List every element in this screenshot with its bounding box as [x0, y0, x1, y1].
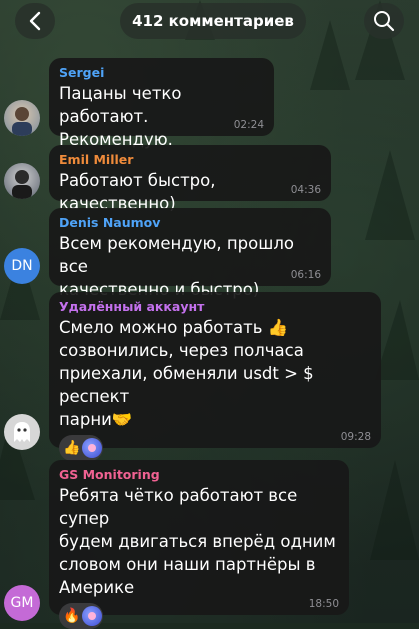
reaction-chip[interactable]: 🔥 [59, 603, 103, 629]
message-bubble[interactable]: Denis Naumov Всем рекомендую, прошло все… [49, 208, 331, 299]
person-photo-icon [12, 170, 32, 199]
message-line: Смело можно работать 👍 [59, 318, 289, 337]
reaction-emoji: 👍 [63, 440, 81, 456]
message-text: Ребята чётко работают все супер будем дв… [59, 484, 339, 599]
sender-name[interactable]: Sergei [59, 65, 264, 80]
search-icon [374, 11, 395, 32]
message-line: Америке [59, 578, 135, 597]
message-bubble[interactable]: Sergei Пацаны четко работают. Рекомендую… [49, 58, 274, 149]
message-bubble[interactable]: Emil Miller Работают быстро, качественно… [49, 145, 331, 213]
reaction-chip[interactable]: 👍 [59, 435, 103, 461]
message-time: 09:28 [340, 431, 371, 443]
reactor-avatar-icon [88, 612, 97, 620]
message-text: Смело можно работать 👍 созвонились, чере… [59, 316, 371, 431]
message-time: 18:50 [308, 598, 339, 610]
message-time: 02:24 [233, 119, 264, 131]
sender-name[interactable]: Удалённый аккаунт [59, 299, 371, 314]
chevron-left-icon [29, 11, 41, 31]
message-line: словом они наши партнёры в [59, 555, 316, 574]
sender-name[interactable]: Emil Miller [59, 152, 321, 167]
message-bubble[interactable]: GS Monitoring Ребята чётко работают все … [49, 460, 349, 629]
avatar[interactable]: DN [4, 248, 40, 284]
reactor-avatar [82, 606, 103, 626]
page-title: 412 комментариев [120, 3, 306, 39]
message-line: приехали, обменяли usdt > $ респект [59, 364, 314, 406]
message-line: будем двигаться вперёд одним [59, 532, 336, 551]
message-text: Всем рекомендую, прошло все качественно … [59, 232, 321, 301]
avatar[interactable] [4, 414, 40, 450]
reactions-row: 🔥 [59, 603, 339, 629]
message-line: Всем рекомендую, прошло все [59, 234, 294, 276]
sender-name[interactable]: GS Monitoring [59, 467, 339, 482]
reaction-emoji: 🔥 [63, 608, 81, 624]
reactor-avatar [82, 438, 103, 458]
message-line: созвонились, через полчаса [59, 341, 304, 360]
message-time: 04:36 [290, 184, 321, 196]
avatar[interactable] [4, 163, 40, 199]
message-text: Пацаны четко работают. Рекомендую. [59, 82, 264, 151]
message-line: парни🤝 [59, 410, 133, 429]
top-bar: 412 комментариев [0, 0, 419, 44]
back-button[interactable] [15, 3, 55, 39]
message-bubble[interactable]: Удалённый аккаунт Смело можно работать 👍… [49, 292, 381, 461]
avatar[interactable] [4, 100, 40, 136]
reactor-avatar-icon [88, 444, 97, 452]
message-time: 06:16 [290, 269, 321, 281]
reactions-row: 👍 [59, 435, 371, 461]
avatar[interactable]: GM [4, 585, 40, 621]
ghost-icon [14, 422, 30, 442]
person-photo-icon [12, 107, 32, 136]
sender-name[interactable]: Denis Naumov [59, 215, 321, 230]
message-line: Ребята чётко работают все супер [59, 486, 298, 528]
search-button[interactable] [364, 3, 404, 39]
